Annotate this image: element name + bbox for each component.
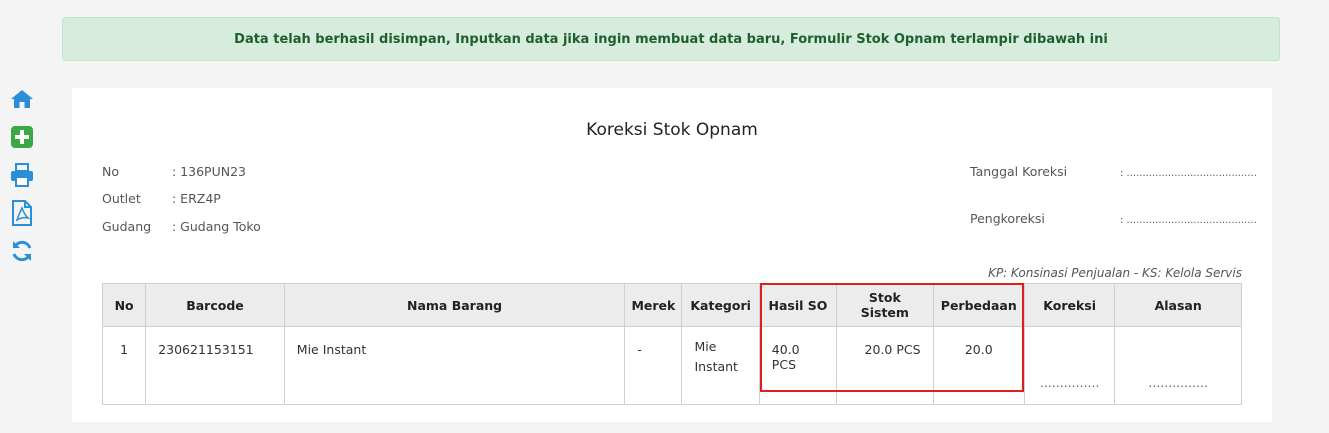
info-gudang: Gudang : Gudang Toko: [102, 219, 261, 234]
col-header-hasil-so: Hasil SO: [758, 283, 838, 327]
cell-nama-barang: Mie Instant: [283, 326, 626, 405]
alert-message: Data telah berhasil disimpan, Inputkan d…: [234, 31, 1108, 47]
sidebar: [0, 80, 44, 270]
home-icon: [11, 90, 33, 108]
info-tanggal: Tanggal Koreksi : .......................…: [970, 164, 1257, 179]
stok-opnam-form: Koreksi Stok Opnam No : 136PUN23 Outlet : …: [72, 88, 1272, 422]
cell-perbedaan: 20.0: [932, 326, 1025, 405]
pengkoreksi-label: Pengkoreksi: [970, 211, 1045, 226]
cell-hasil-so: 40.0 PCS: [758, 326, 838, 405]
info-outlet: Outlet : ERZ4P: [102, 191, 221, 206]
gudang-label: Gudang: [102, 219, 152, 234]
print-icon: [11, 163, 33, 187]
gudang-value: : Gudang Toko: [172, 219, 261, 234]
col-header-kategori: Kategori: [681, 283, 760, 327]
legend-note: KP: Konsinasi Penjualan - KS: Kelola Ser…: [988, 266, 1242, 280]
info-pengkoreksi: Pengkoreksi : ...........................…: [970, 211, 1257, 226]
col-header-no: No: [101, 283, 147, 327]
cell-kategori: Mie Instant: [681, 326, 760, 405]
col-header-koreksi: Koreksi: [1023, 283, 1116, 327]
col-header-perbedaan: Perbedaan: [932, 283, 1025, 327]
pdf-icon: [12, 200, 32, 226]
col-header-barcode: Barcode: [145, 283, 285, 327]
home-button[interactable]: [0, 80, 44, 118]
cell-no: 1: [101, 326, 147, 405]
refresh-icon: [12, 240, 32, 262]
page-title: Koreksi Stok Opnam: [586, 120, 758, 140]
success-alert: Data telah berhasil disimpan, Inputkan d…: [62, 17, 1280, 61]
outlet-label: Outlet: [102, 191, 141, 206]
table-header-row: No Barcode Nama Barang Merek Kategori Ha…: [101, 283, 1242, 327]
no-value: : 136PUN23: [172, 164, 246, 179]
col-header-nama-barang: Nama Barang: [283, 283, 626, 327]
cell-merek: -: [624, 326, 683, 405]
alasan-field[interactable]: ...............: [1114, 326, 1242, 405]
koreksi-field[interactable]: ...............: [1023, 326, 1116, 405]
add-icon: [11, 126, 33, 148]
add-button[interactable]: [0, 118, 44, 156]
pengkoreksi-value: : ......................................…: [1120, 215, 1257, 226]
outlet-value: : ERZ4P: [172, 191, 221, 206]
refresh-button[interactable]: [0, 232, 44, 270]
col-header-merek: Merek: [624, 283, 683, 327]
pdf-button[interactable]: [0, 194, 44, 232]
info-no: No : 136PUN23: [102, 164, 246, 179]
tanggal-value: : ......................................…: [1120, 168, 1257, 179]
table-row: 1 230621153151 Mie Instant - Mie Instant…: [101, 326, 1242, 405]
stok-table: No Barcode Nama Barang Merek Kategori Ha…: [101, 283, 1242, 405]
cell-stok-sistem: 20.0 PCS: [836, 326, 934, 405]
col-header-stok-sistem: Stok Sistem: [836, 283, 934, 327]
col-header-alasan: Alasan: [1114, 283, 1242, 327]
tanggal-label: Tanggal Koreksi: [970, 164, 1068, 179]
print-button[interactable]: [0, 156, 44, 194]
no-label: No: [102, 164, 119, 179]
cell-barcode: 230621153151: [145, 326, 285, 405]
